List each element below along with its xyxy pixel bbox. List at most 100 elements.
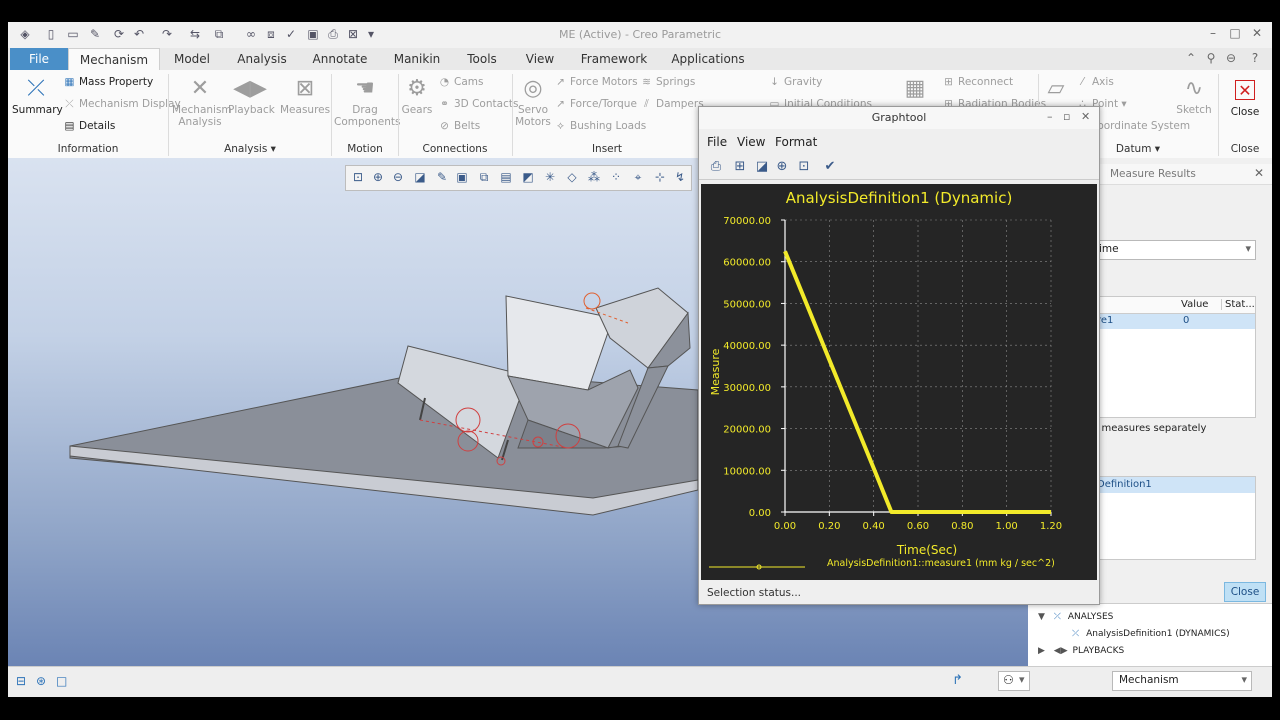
playback-button[interactable]: ◀▶ Playback	[228, 74, 275, 117]
zoom-in-icon[interactable]: ⊕	[370, 169, 386, 185]
annotation-display-icon[interactable]: ⊹	[652, 169, 668, 185]
display-style-icon[interactable]: ▣	[454, 169, 470, 185]
grid-icon[interactable]: ⊞	[731, 158, 749, 176]
dampers-button[interactable]: ⫽ Dampers	[640, 98, 704, 111]
group-datum-label[interactable]: Datum ▾	[1098, 143, 1178, 157]
view-manager-icon[interactable]: ▤	[498, 169, 514, 185]
refit-icon[interactable]: ⊡	[795, 158, 813, 176]
selection-filter-button[interactable]: ⚇ ▾	[998, 671, 1030, 691]
gravity-button[interactable]: ↓ Gravity	[768, 76, 822, 88]
plane-button[interactable]: ▱	[1040, 74, 1072, 104]
3d-contacts-button[interactable]: ⚭ 3D Contacts	[438, 98, 518, 110]
springs-icon: ≋	[642, 76, 651, 88]
mechanism-display-button[interactable]: ⤫ Mechanism Display	[63, 98, 180, 111]
table-row[interactable]: re1 0	[1095, 314, 1255, 329]
details-button[interactable]: ▤ Details	[63, 120, 116, 132]
graph-menubar: File View Format	[699, 133, 1099, 153]
mechanism-analysis-button[interactable]: ✕ Mechanism Analysis	[172, 74, 232, 129]
repaint-icon[interactable]: ◪	[412, 169, 428, 185]
force-motors-button[interactable]: ↗ Force Motors	[554, 76, 637, 88]
tab-analysis[interactable]: Analysis	[226, 48, 298, 70]
plane-display-icon[interactable]: ◇	[564, 169, 580, 185]
close-panel-icon[interactable]: ✕	[1254, 166, 1264, 180]
zoom-out-icon[interactable]: ⊖	[390, 169, 406, 185]
refit-icon[interactable]: ⊡	[350, 169, 366, 185]
coordinate-system-button[interactable]: Coordinate System	[1090, 120, 1190, 132]
tab-file[interactable]: File	[10, 48, 68, 70]
sketch-button[interactable]: ∿ Sketch	[1176, 74, 1212, 117]
close-icon[interactable]: ✕	[1248, 26, 1266, 42]
mode-select[interactable]: Mechanism ▾	[1112, 671, 1252, 691]
repaint-icon[interactable]: ◪	[753, 158, 771, 176]
mass-property-button[interactable]: ▦ Mass Property	[63, 76, 154, 88]
group-analysis-label[interactable]: Analysis ▾	[168, 143, 332, 157]
tree-playbacks[interactable]: ▶ ◀▶ PLAYBACKS	[1038, 646, 1124, 656]
chart-axes: 0.00 0.20 0.40 0.60 0.80 1.00 1.20 0.00 10000.00…	[723, 216, 1062, 532]
browser-toggle-icon[interactable]: ⊛	[36, 674, 46, 688]
measures-button[interactable]: ⊠ Measures	[280, 74, 330, 117]
close-mechanism-button[interactable]: ✕ Close	[1220, 74, 1270, 118]
separately-label[interactable]: h measures separately	[1092, 423, 1206, 434]
belts-button[interactable]: ⊘ Belts	[438, 120, 480, 132]
sketch-label: Sketch	[1176, 104, 1212, 116]
measure-time-dropdown[interactable]: ime ▾	[1094, 240, 1256, 260]
csys-display-icon[interactable]: ⌖	[630, 169, 646, 185]
format-icon[interactable]: ✔	[821, 158, 839, 176]
tab-framework[interactable]: Framework	[570, 48, 658, 70]
tab-mechanism[interactable]: Mechanism	[68, 48, 160, 71]
tab-applications[interactable]: Applications	[660, 48, 756, 70]
tab-tools[interactable]: Tools	[454, 48, 510, 70]
plot-area[interactable]: 0.00 0.20 0.40 0.60 0.80 1.00 1.20 0.00 10000.00…	[701, 184, 1097, 580]
servo-motors-button[interactable]: ◎ Servo Motors	[514, 74, 552, 129]
close-button[interactable]: Close	[1224, 582, 1266, 602]
tab-manikin[interactable]: Manikin	[382, 48, 452, 70]
menu-format[interactable]: Format	[775, 135, 817, 149]
tree-analyses[interactable]: ▼ ⤫ ANALYSES	[1038, 612, 1113, 622]
group-motion-label: Motion	[347, 143, 383, 155]
message-icon[interactable]: ↱	[952, 673, 963, 688]
fullscreen-icon[interactable]: □	[56, 674, 67, 688]
tab-view[interactable]: View	[512, 48, 568, 70]
graph-minimize-icon[interactable]: –	[1047, 110, 1053, 123]
point-display-icon[interactable]: ⁘	[608, 169, 624, 185]
force-torque-button[interactable]: ↗ Force/Torque	[554, 98, 637, 110]
gears-button[interactable]: ⚙ Gears	[400, 74, 434, 117]
search-icon[interactable]: ⚲	[1202, 51, 1220, 67]
tab-annotate[interactable]: Annotate	[300, 48, 380, 70]
model-tree-toggle-icon[interactable]: ⊟	[16, 674, 26, 688]
springs-button[interactable]: ≋ Springs	[640, 76, 695, 88]
print-icon[interactable]: ⎙	[707, 158, 725, 176]
tab-model[interactable]: Model	[160, 48, 224, 70]
summary-button[interactable]: ⤫ Summary	[12, 74, 63, 117]
collapse-ribbon-icon[interactable]: ⌃	[1182, 51, 1200, 67]
graph-maximize-icon[interactable]: ▫	[1063, 110, 1070, 123]
axis-button[interactable]: ⁄ Axis	[1076, 76, 1114, 88]
graph-close-icon[interactable]: ✕	[1081, 110, 1090, 123]
list-item[interactable]: Definition1	[1095, 477, 1255, 493]
saved-orientations-icon[interactable]: ⧉	[476, 169, 492, 185]
servo-motor-icon: ◎	[523, 75, 543, 101]
belts-icon: ⊘	[440, 120, 449, 132]
minimize-icon[interactable]: –	[1204, 26, 1222, 42]
maximize-icon[interactable]: □	[1226, 26, 1244, 42]
tree-analysis-definition[interactable]: ⤫ AnalysisDefinition1 (DYNAMICS)	[1072, 629, 1230, 639]
bushing-loads-button[interactable]: ⟡ Bushing Loads	[554, 120, 646, 133]
bushing-loads-icon: ⟡	[557, 120, 564, 132]
drag-components-button[interactable]: ☚ Drag Components	[334, 74, 400, 129]
menu-view[interactable]: View	[737, 135, 765, 149]
reconnect-button[interactable]: ⊞ Reconnect	[942, 76, 1013, 88]
help-icon[interactable]: ?	[1246, 51, 1264, 67]
datum-display-icon[interactable]: ✳	[542, 169, 558, 185]
x-tick-label: 0.40	[863, 521, 885, 532]
spin-center-icon[interactable]: ✎	[434, 169, 450, 185]
help-center-icon[interactable]: ⊖	[1222, 51, 1240, 67]
belts-label: Belts	[454, 120, 481, 132]
menu-file[interactable]: File	[707, 135, 727, 149]
spin-icon[interactable]: ↯	[672, 169, 688, 185]
cams-button[interactable]: ◔ Cams	[438, 76, 484, 88]
measures-icon: ⊠	[295, 75, 315, 101]
axis-display-icon[interactable]: ⁂	[586, 169, 602, 185]
perspective-icon[interactable]: ◩	[520, 169, 536, 185]
zoom-in-icon[interactable]: ⊕	[773, 158, 791, 176]
solver-button[interactable]: ▦	[900, 74, 930, 104]
